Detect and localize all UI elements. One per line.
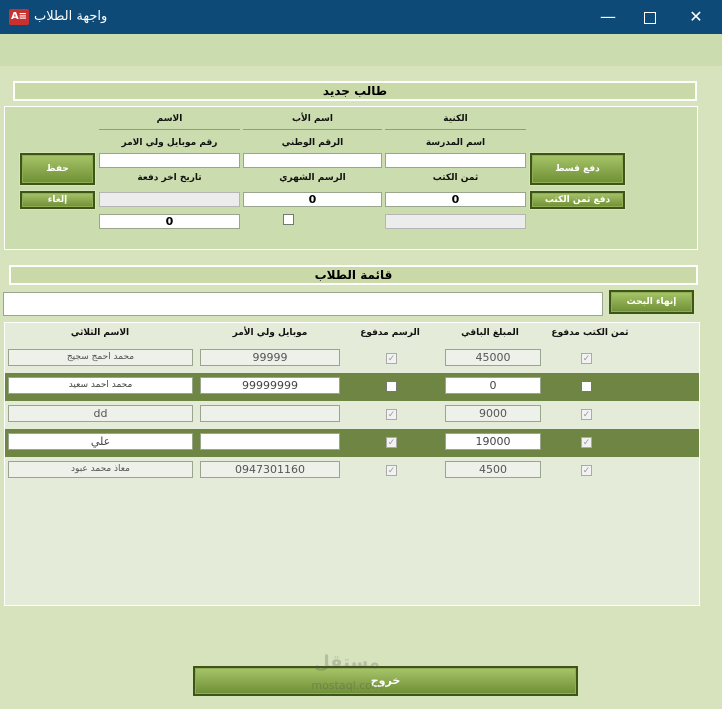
books-price-input[interactable]: 0 xyxy=(385,192,526,207)
title-bar: A≡ واجهة الطلاب — ✕ xyxy=(0,0,722,34)
fee-paid-checkbox[interactable]: ✓ xyxy=(386,437,397,448)
remaining-cell[interactable]: 9000 xyxy=(445,405,541,422)
full-name-cell[interactable]: علي xyxy=(8,433,193,450)
books-paid-input[interactable] xyxy=(385,214,526,229)
divider xyxy=(243,129,382,130)
guardian-mobile-cell[interactable]: 99999 xyxy=(200,349,340,366)
table-row[interactable]: dd ✓ 9000 ✓ xyxy=(5,401,699,429)
fee-paid-checkbox[interactable]: ✓ xyxy=(386,465,397,476)
national-id-label: الرقم الوطني xyxy=(281,138,344,148)
national-id-input[interactable] xyxy=(243,153,382,168)
books-paid-checkbox[interactable]: ✓ xyxy=(581,409,592,420)
books-price-label: ثمن الكتب xyxy=(432,173,479,183)
fee-paid-checkbox[interactable]: ✓ xyxy=(386,409,397,420)
remaining-cell[interactable]: 4500 xyxy=(445,461,541,478)
full-name-cell[interactable]: محمد احمد سعيد xyxy=(8,377,193,394)
school-name-input[interactable] xyxy=(385,153,526,168)
guardian-mobile-cell[interactable] xyxy=(200,433,340,450)
surname-label: الكنية xyxy=(443,114,468,124)
books-paid-checkbox[interactable]: ✓ xyxy=(581,465,592,476)
maximize-button[interactable] xyxy=(627,0,673,34)
window-title: واجهة الطلاب xyxy=(34,9,108,24)
guardian-mobile-input[interactable] xyxy=(99,153,240,168)
remaining-amount-input[interactable]: 0 xyxy=(99,214,240,229)
guardian-mobile-label: رقم موبايل ولي الامر xyxy=(121,138,218,148)
school-name-label: اسم المدرسة xyxy=(425,138,486,148)
column-header-guardian-mobile: موبايل ولي الأمر xyxy=(232,328,308,338)
watermark-site: mostaql.com xyxy=(311,679,383,692)
fee-paid-checkbox[interactable] xyxy=(386,381,397,392)
cancel-button[interactable]: إلغاء xyxy=(19,190,96,210)
column-header-books-paid: ثمن الكتب مدفوع xyxy=(551,328,629,338)
save-button[interactable]: حفظ xyxy=(19,152,96,186)
remaining-cell[interactable]: 45000 xyxy=(445,349,541,366)
divider xyxy=(385,129,526,130)
last-payment-date-label: تاريخ اخر دفعة xyxy=(137,173,202,183)
remaining-cell[interactable]: 19000 xyxy=(445,433,541,450)
full-name-cell[interactable]: معاذ محمد عبود xyxy=(8,461,193,478)
guardian-mobile-cell[interactable]: 0947301160 xyxy=(200,461,340,478)
watermark-logo: مستقل xyxy=(314,652,380,673)
fee-paid-checkbox[interactable] xyxy=(283,214,294,225)
guardian-mobile-cell[interactable]: 99999999 xyxy=(200,377,340,394)
column-header-remaining: المبلغ الباقي xyxy=(461,328,519,338)
table-row[interactable]: علي ✓ 19000 ✓ xyxy=(5,429,699,457)
remaining-cell[interactable]: 0 xyxy=(445,377,541,394)
pay-books-button[interactable]: دفع ثمن الكتب xyxy=(529,190,626,210)
end-search-button[interactable]: إنهاء البحث xyxy=(608,289,695,315)
full-name-cell[interactable]: dd xyxy=(8,405,193,422)
access-app-icon: A≡ xyxy=(9,9,29,25)
table-row[interactable]: محمد احمج سجيج 99999 ✓ 45000 ✓ xyxy=(5,345,699,373)
search-input[interactable] xyxy=(3,292,603,316)
last-payment-date-input[interactable] xyxy=(99,192,240,207)
name-label: الاسم xyxy=(156,114,183,124)
divider xyxy=(99,129,240,130)
minimize-button[interactable]: — xyxy=(585,0,631,34)
guardian-mobile-cell[interactable] xyxy=(200,405,340,422)
new-student-header: طالب جديد xyxy=(13,81,697,101)
close-button[interactable]: ✕ xyxy=(673,0,719,34)
full-name-cell[interactable]: محمد احمج سجيج xyxy=(8,349,193,366)
fee-paid-checkbox[interactable]: ✓ xyxy=(386,353,397,364)
maximize-icon xyxy=(644,11,656,24)
father-name-label: اسم الأب xyxy=(292,114,333,124)
pay-installment-button[interactable]: دفع قسط xyxy=(529,152,626,186)
books-paid-checkbox[interactable] xyxy=(581,381,592,392)
form-header-strip xyxy=(0,34,722,66)
column-header-fee-paid: الرسم مدفوع xyxy=(360,328,420,338)
students-list-header: قائمة الطلاب xyxy=(9,265,698,285)
monthly-fee-label: الرسم الشهري xyxy=(279,173,346,183)
monthly-fee-input[interactable]: 0 xyxy=(243,192,382,207)
table-row[interactable]: معاذ محمد عبود 0947301160 ✓ 4500 ✓ xyxy=(5,457,699,485)
books-paid-checkbox[interactable]: ✓ xyxy=(581,437,592,448)
table-row[interactable]: محمد احمد سعيد 99999999 0 xyxy=(5,373,699,401)
column-header-full-name: الاسم الثلاثي xyxy=(70,328,130,338)
books-paid-checkbox[interactable]: ✓ xyxy=(581,353,592,364)
